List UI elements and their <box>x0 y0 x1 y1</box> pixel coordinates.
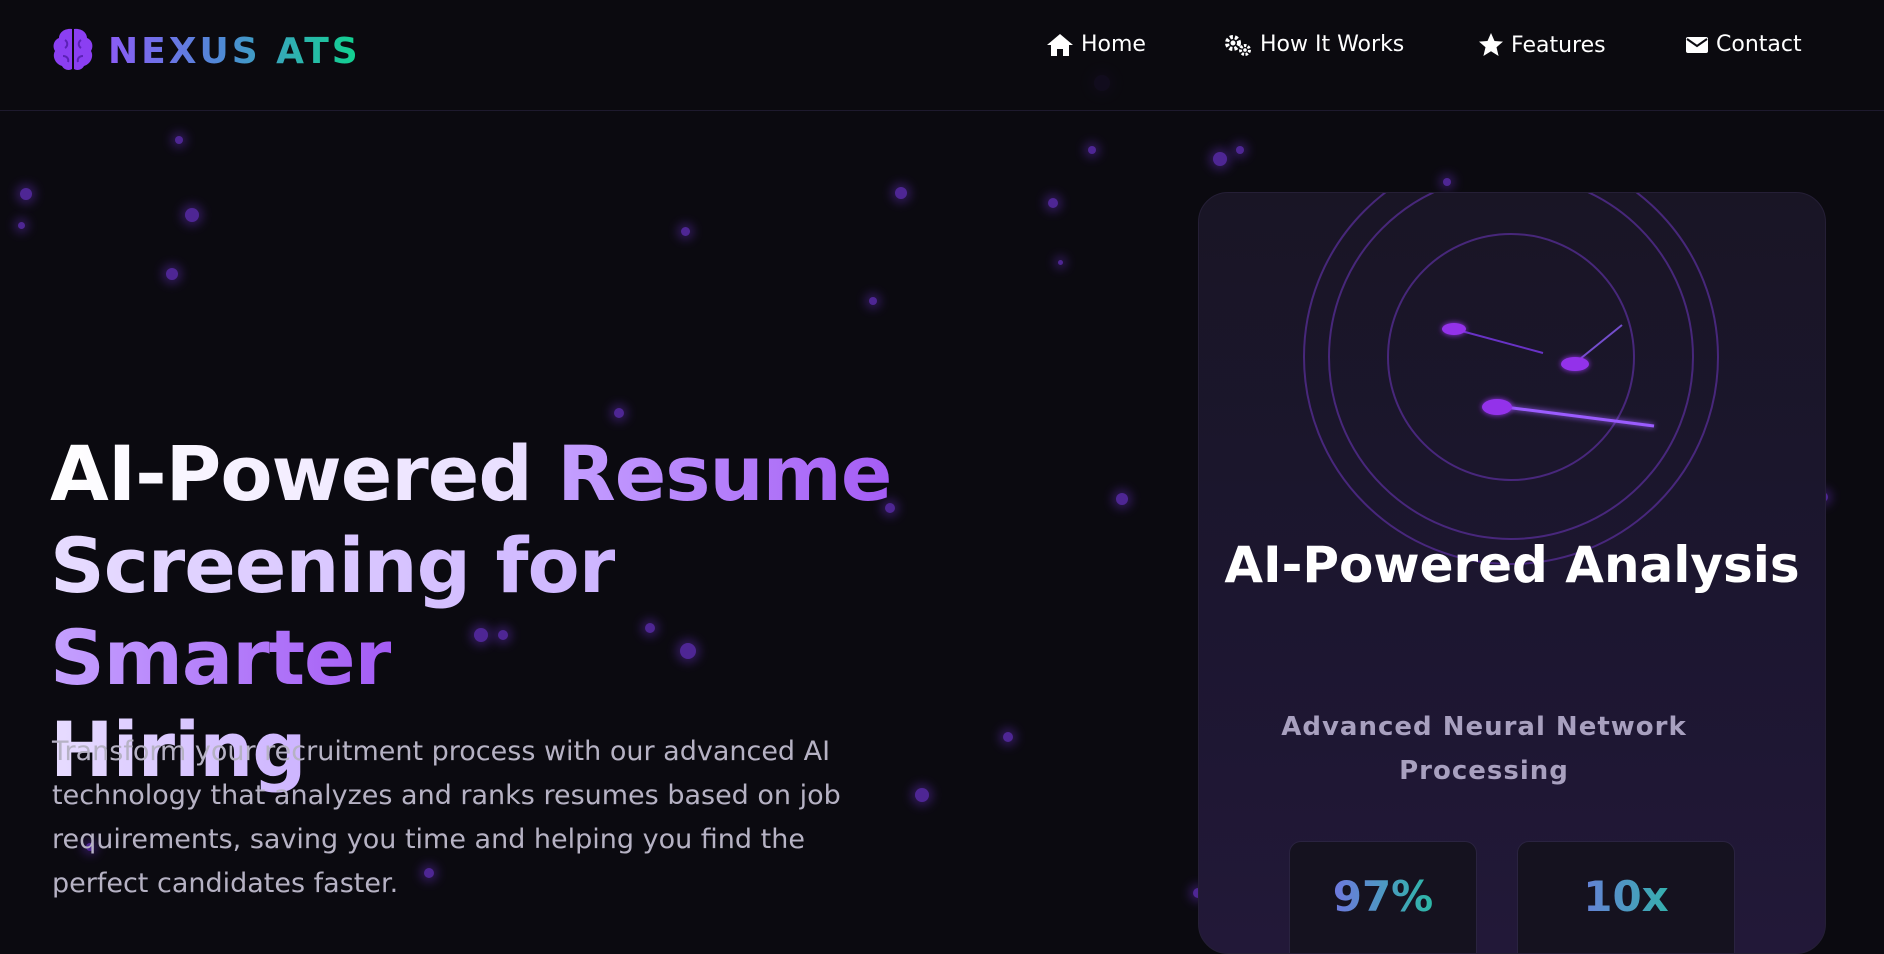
top-navbar: NEXUS ATS Home How It Works Features Con… <box>0 0 1884 111</box>
hero-title-part: Screening for <box>50 521 616 610</box>
hero-title-highlight: Resume <box>557 429 892 518</box>
home-icon <box>1046 33 1074 57</box>
nav-features-label: Features <box>1511 32 1606 58</box>
gears-icon <box>1223 33 1253 57</box>
envelope-icon <box>1685 35 1709 55</box>
nav-home-label: Home <box>1081 32 1146 57</box>
stat-value: 10x <box>1518 872 1734 921</box>
nav-contact-label: Contact <box>1716 32 1802 57</box>
ai-analysis-card: AI-Powered Analysis Advanced Neural Netw… <box>1198 192 1826 954</box>
stat-card-speed: 10x <box>1517 841 1735 953</box>
nav-home[interactable]: Home <box>1046 32 1146 57</box>
card-title: AI-Powered Analysis <box>1224 536 1800 594</box>
logo-text: NEXUS ATS <box>108 30 361 72</box>
logo[interactable]: NEXUS ATS <box>50 26 361 76</box>
star-icon <box>1478 32 1504 58</box>
nav-contact[interactable]: Contact <box>1685 32 1802 57</box>
hero-title-part: AI-Powered <box>50 429 533 518</box>
brain-icon <box>50 26 96 76</box>
nav-features[interactable]: Features <box>1478 32 1606 58</box>
card-subtitle: Advanced Neural Network Processing <box>1281 712 1687 786</box>
stat-card-accuracy: 97% <box>1289 841 1477 953</box>
hero-description: Transform your recruitment process with … <box>52 736 841 899</box>
nav-how-it-works[interactable]: How It Works <box>1223 32 1404 57</box>
nav-how-it-works-label: How It Works <box>1260 32 1405 57</box>
hero-title-highlight: Smarter <box>50 613 392 702</box>
stat-value: 97% <box>1290 872 1476 921</box>
